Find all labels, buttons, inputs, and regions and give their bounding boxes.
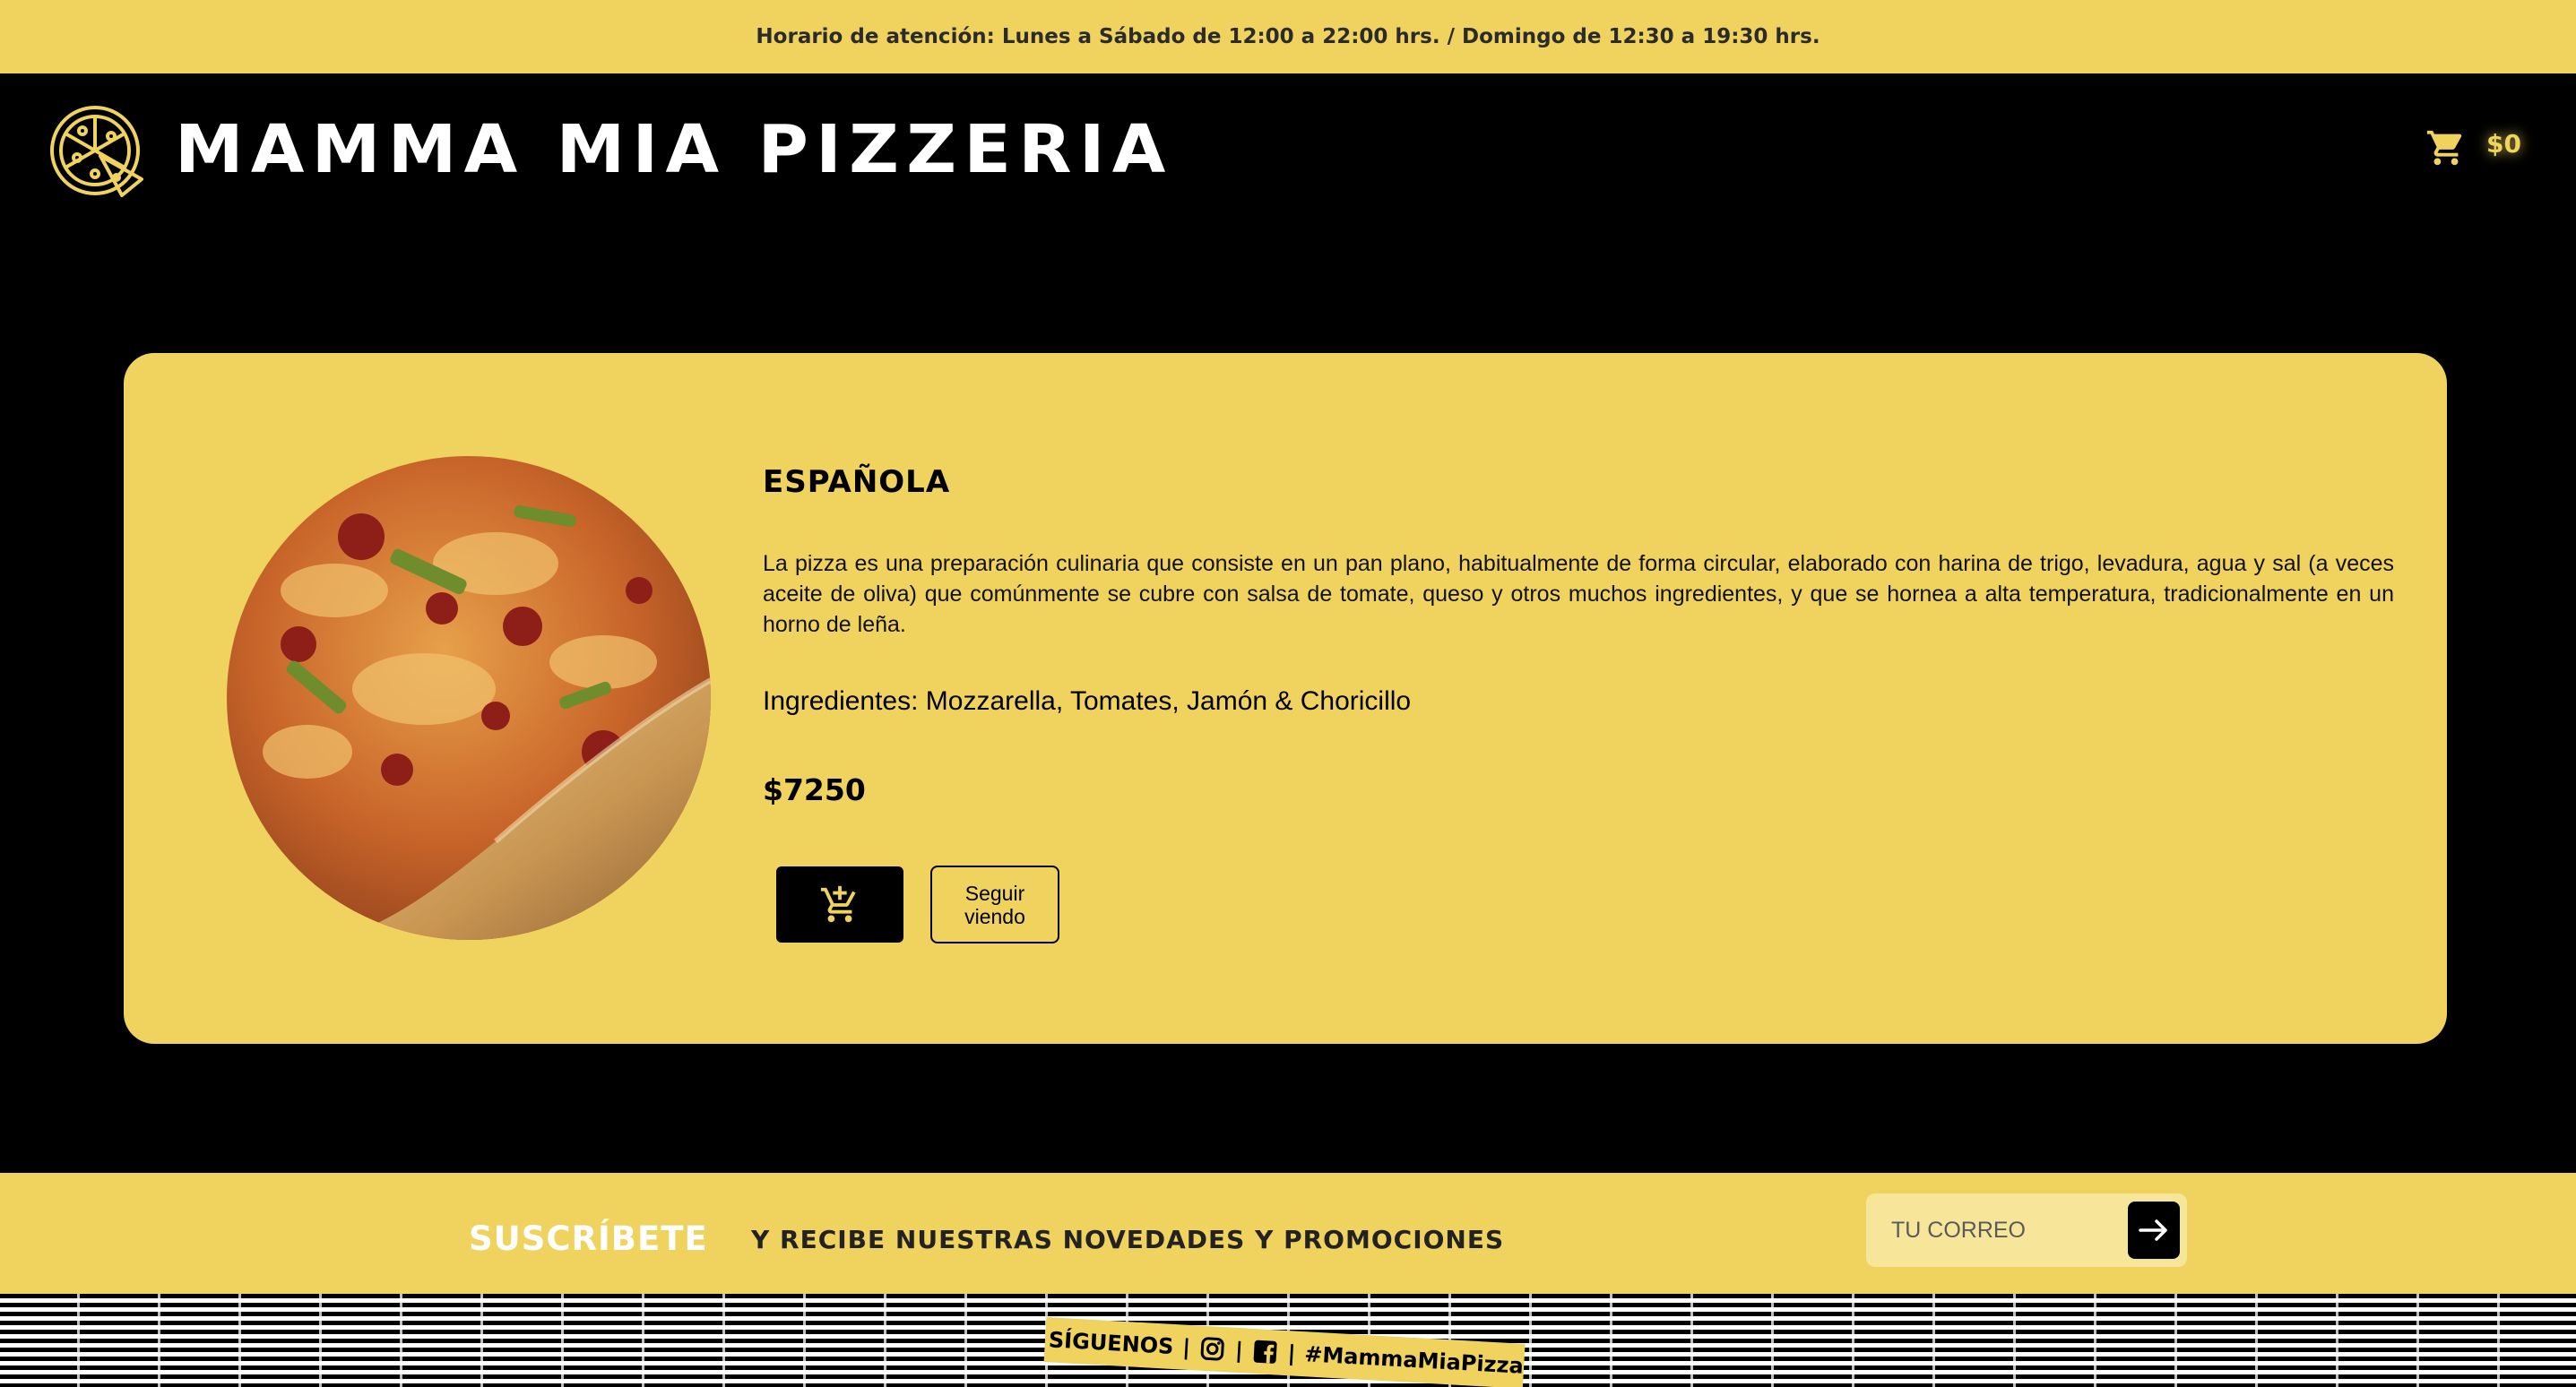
product-name: ESPAÑOLA xyxy=(763,464,951,500)
opening-hours-text: Horario de atención: Lunes a Sábado de 1… xyxy=(756,25,1820,48)
subscribe-text: Y RECIBE NUESTRAS NOVEDADES Y PROMOCIONE… xyxy=(751,1225,1505,1254)
site-header: MAMMA MIA PIZZERIA $0 xyxy=(0,73,2576,226)
subscribe-section: SUSCRÍBETE Y RECIBE NUESTRAS NOVEDADES Y… xyxy=(0,1173,2576,1294)
subscribe-title: SUSCRÍBETE xyxy=(469,1219,708,1258)
cart-total[interactable]: $0 xyxy=(2486,129,2521,159)
product-info: ESPAÑOLA La pizza es una preparación cul… xyxy=(763,464,2394,807)
arrow-right-icon xyxy=(2139,1219,2167,1241)
separator: | xyxy=(1286,1340,1297,1366)
email-form xyxy=(1866,1193,2187,1267)
product-card: ESPAÑOLA La pizza es una preparación cul… xyxy=(124,353,2447,1044)
add-to-cart-button[interactable] xyxy=(776,866,903,943)
separator: | xyxy=(1181,1334,1191,1361)
continue-browsing-button[interactable]: Seguir viendo xyxy=(930,866,1059,943)
separator: | xyxy=(1234,1337,1244,1364)
pizza-image xyxy=(227,456,711,940)
email-input[interactable] xyxy=(1866,1193,2117,1267)
opening-hours-bar: Horario de atención: Lunes a Sábado de 1… xyxy=(0,0,2576,73)
pizza-icon[interactable] xyxy=(45,104,145,197)
facebook-icon[interactable] xyxy=(1251,1338,1280,1366)
hashtag[interactable]: #MammaMiaPizza xyxy=(1304,1341,1525,1379)
add-to-cart-icon xyxy=(820,885,856,922)
follow-label: SÍGUENOS xyxy=(1048,1327,1175,1359)
product-price: $7250 xyxy=(763,772,866,807)
instagram-icon[interactable] xyxy=(1198,1335,1227,1364)
brand-title[interactable]: MAMMA MIA PIZZERIA xyxy=(175,109,1173,190)
product-description: La pizza es una preparación culinaria qu… xyxy=(763,551,2394,637)
email-submit-button[interactable] xyxy=(2128,1202,2180,1259)
product-ingredients: Ingredientes: Mozzarella, Tomates, Jamón… xyxy=(763,686,1412,716)
cart-icon[interactable] xyxy=(2425,127,2467,168)
